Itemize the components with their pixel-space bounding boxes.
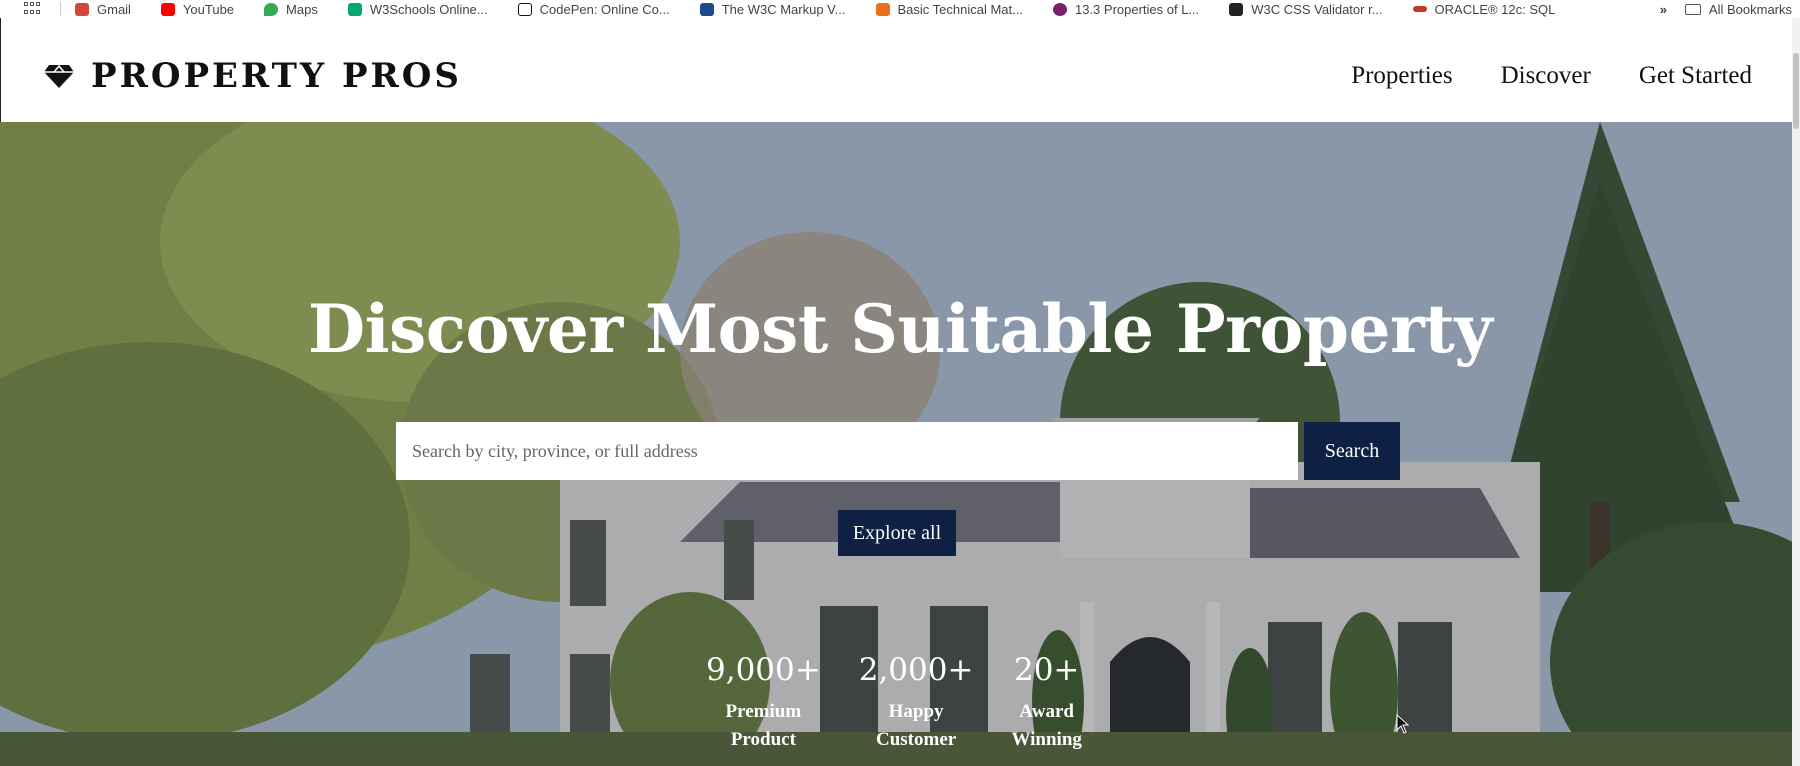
v-icon [875,2,890,16]
maps-icon [264,2,279,16]
stat-label: Happy Customer [859,698,974,754]
all-bookmarks-label: All Bookmarks [1708,1,1792,17]
main-nav: Properties Discover Get Started [1351,62,1752,90]
explore-all-button[interactable]: Explore all [838,510,956,556]
w3c-icon [699,2,714,16]
w3schools-icon [347,2,362,16]
mouse-cursor-icon [1396,714,1410,734]
gmail-icon [75,2,89,16]
apps-grid-icon[interactable] [24,2,42,16]
search-input[interactable] [396,422,1298,480]
p-icon [1052,2,1067,16]
stat-label-line1: Premium [725,701,802,722]
hero-title: Discover Most Suitable Property [307,290,1493,368]
search-button[interactable]: Search [1304,422,1400,480]
stat-label-line1: Award [1019,701,1074,722]
validator-icon [1229,2,1244,16]
nav-get-started[interactable]: Get Started [1639,62,1752,90]
stat-award-winning: 20+ Award Winning [1011,652,1081,754]
stat-label: Premium Product [706,698,821,754]
all-bookmarks-button[interactable]: All Bookmarks [1684,1,1792,17]
nav-properties[interactable]: Properties [1351,62,1452,90]
bookmark-label: Basic Technical Mat... [897,1,1023,17]
bookmark-w3schools[interactable]: W3Schools Online... [347,1,488,17]
site-header: PROPERTY PROS Properties Discover Get St… [0,18,1800,122]
bookmark-css-validator[interactable]: W3C CSS Validator r... [1229,1,1383,17]
bookmark-youtube[interactable]: YouTube [160,1,235,17]
bookmark-basic-technical[interactable]: Basic Technical Mat... [875,1,1023,17]
bookmark-codepen[interactable]: CodePen: Online Co... [517,1,670,17]
stat-premium-product: 9,000+ Premium Product [706,652,821,754]
diamond-icon [44,64,74,88]
youtube-icon [160,2,175,16]
nav-discover[interactable]: Discover [1501,62,1591,90]
stat-value: 9,000+ [706,652,821,688]
scrollbar-thumb[interactable] [1793,53,1799,129]
bookmark-maps[interactable]: Maps [264,2,318,17]
stat-value: 20+ [1013,652,1080,688]
bookmark-label: YouTube [182,1,235,17]
bookmark-label: W3Schools Online... [369,1,488,17]
bookmark-label: The W3C Markup V... [721,1,846,17]
folder-icon [1684,3,1701,15]
search-bar: Search [396,422,1400,480]
bookmark-label: 13.3 Properties of L... [1074,1,1200,17]
logo-text: PROPERTY PROS [91,56,462,96]
stat-happy-customer: 2,000+ Happy Customer [859,652,974,754]
bookmark-label: Maps [286,1,318,17]
stat-label: Award Winning [1011,698,1081,754]
stat-label-line1: Happy [888,701,944,722]
stat-value: 2,000+ [858,652,974,688]
bookmark-oracle[interactable]: ORACLE® 12c: SQL [1412,1,1556,17]
bookmarks-bar: Gmail YouTube Maps W3Schools Online... C… [0,0,1800,18]
codepen-icon [517,2,532,16]
stat-label-line2: Product [730,729,796,750]
bookmark-label: W3C CSS Validator r... [1251,1,1383,17]
bookmark-label: ORACLE® 12c: SQL [1434,1,1556,17]
page-scrollbar[interactable] [1792,18,1800,766]
stat-label-line2: Winning [1011,729,1082,750]
hero-section: Discover Most Suitable Property Search E… [0,122,1792,766]
bookmark-w3c-markup[interactable]: The W3C Markup V... [699,1,846,17]
bookmark-gmail[interactable]: Gmail [75,2,131,17]
site-logo[interactable]: PROPERTY PROS [43,56,462,96]
stat-label-line2: Customer [876,729,957,750]
more-bookmarks-button[interactable]: » [1660,2,1667,17]
bookmarks-divider [60,2,61,16]
oracle-icon [1412,6,1427,12]
bookmark-label: CodePen: Online Co... [539,1,670,17]
bookmark-label: Gmail [97,1,131,17]
bookmark-properties[interactable]: 13.3 Properties of L... [1052,1,1200,17]
stats-row: 9,000+ Premium Product 2,000+ Happy Custom… [706,652,1120,754]
